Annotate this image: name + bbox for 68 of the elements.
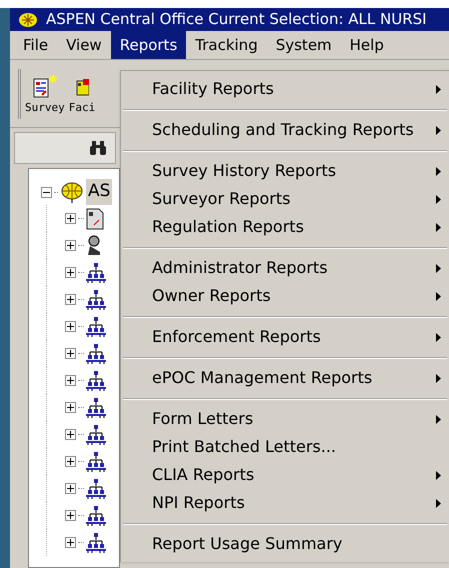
- plus-icon: [67, 296, 74, 303]
- org-chart-icon: [86, 424, 106, 446]
- org-chart-icon: [86, 504, 106, 526]
- expand-toggle[interactable]: [65, 375, 76, 386]
- expand-toggle[interactable]: [65, 321, 76, 332]
- toolbar-button[interactable]: Survey: [25, 74, 65, 112]
- plus-icon: [67, 539, 74, 546]
- menu-option[interactable]: Facility Reports: [121, 75, 449, 103]
- org-chart-icon: [86, 316, 106, 338]
- plus-icon: [67, 512, 74, 519]
- menu-option[interactable]: Survey History Reports: [121, 157, 449, 185]
- collapse-toggle[interactable]: [41, 186, 52, 198]
- menu-option[interactable]: Regulation Reports: [121, 213, 449, 241]
- org-chart-icon: [86, 262, 106, 284]
- org-chart-icon: [86, 478, 106, 500]
- org-chart-icon: [86, 532, 106, 554]
- plus-icon: [67, 269, 74, 276]
- menu-item[interactable]: View: [57, 31, 111, 59]
- plus-icon: [67, 242, 74, 249]
- menu-option[interactable]: Report Usage Summary: [121, 530, 449, 558]
- org-chart-icon: [86, 396, 106, 418]
- globe-icon: [60, 181, 84, 203]
- expand-toggle[interactable]: [65, 537, 76, 548]
- menu-option[interactable]: Enforcement Reports: [121, 323, 449, 351]
- menu-item[interactable]: System: [266, 31, 341, 59]
- expand-toggle[interactable]: [65, 294, 76, 305]
- org-chart-icon: [86, 370, 106, 392]
- find-button[interactable]: [14, 132, 116, 164]
- org-chart-icon: [86, 450, 106, 472]
- menu-option[interactable]: Print Batched Letters...: [121, 433, 449, 461]
- expand-toggle[interactable]: [65, 510, 76, 521]
- menu-option[interactable]: NPI Reports: [121, 489, 449, 517]
- app-icon: [18, 12, 38, 28]
- document-icon: [32, 74, 58, 98]
- menu-option[interactable]: ePOC Management Reports: [121, 364, 449, 392]
- plus-icon: [67, 431, 74, 438]
- org-chart-icon: [86, 342, 106, 364]
- expand-toggle[interactable]: [65, 240, 76, 251]
- toolbar-button[interactable]: Faci: [68, 74, 96, 112]
- expand-toggle[interactable]: [65, 429, 76, 440]
- menu-item[interactable]: File: [14, 31, 58, 59]
- menu-option[interactable]: Owner Reports: [121, 282, 449, 310]
- plus-icon: [67, 323, 74, 330]
- plus-icon: [67, 485, 74, 492]
- plus-icon: [67, 377, 74, 384]
- plus-icon: [67, 404, 74, 411]
- expand-toggle[interactable]: [65, 213, 76, 224]
- plus-icon: [67, 350, 74, 357]
- org-chart-icon: [86, 288, 106, 310]
- expand-toggle[interactable]: [65, 348, 76, 359]
- menu-option[interactable]: CLIA Reports: [121, 461, 449, 489]
- tree-node-label[interactable]: AS: [86, 179, 112, 205]
- plus-icon: [67, 458, 74, 465]
- expand-toggle[interactable]: [65, 402, 76, 413]
- plus-icon: [67, 215, 74, 222]
- menu-option[interactable]: Administrator Reports: [121, 254, 449, 282]
- menu-option[interactable]: Scheduling and Tracking Reports: [121, 116, 449, 144]
- menu-item[interactable]: Reports: [110, 31, 186, 59]
- document-icon: [86, 208, 104, 230]
- window-title: ASPEN Central Office Current Selection: ALL NURSI: [46, 9, 427, 30]
- expand-toggle[interactable]: [65, 267, 76, 278]
- expand-toggle[interactable]: [65, 456, 76, 467]
- menu-option[interactable]: Form Letters: [121, 405, 449, 433]
- expand-toggle[interactable]: [65, 483, 76, 494]
- menu-option[interactable]: Surveyor Reports: [121, 185, 449, 213]
- binoculars-icon: [89, 141, 107, 155]
- menu-item[interactable]: Help: [340, 31, 393, 59]
- menu-item[interactable]: Tracking: [186, 31, 267, 59]
